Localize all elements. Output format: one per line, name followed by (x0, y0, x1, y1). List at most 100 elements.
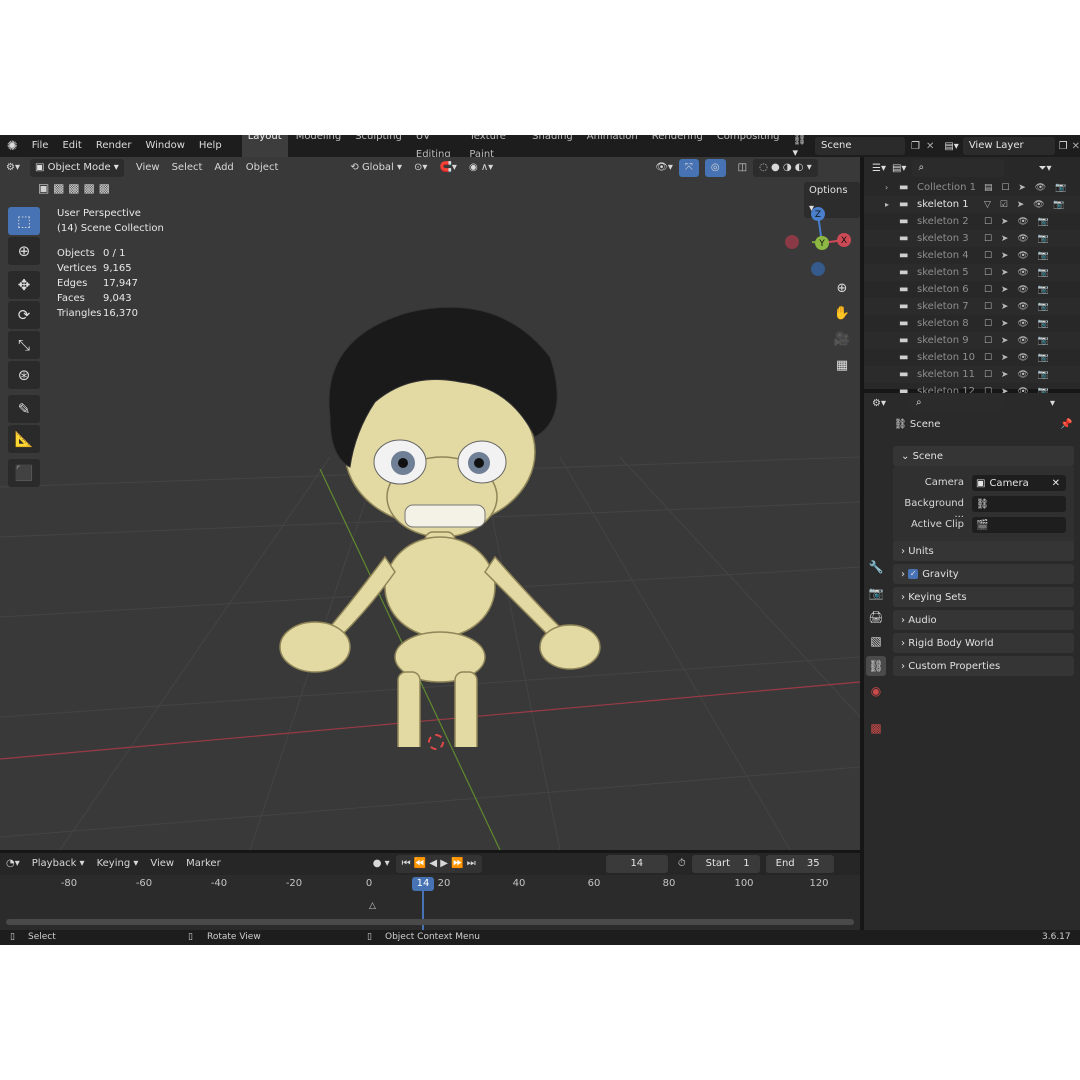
gravity-checkbox[interactable]: ✓ (908, 569, 919, 579)
camera-field[interactable]: ▣ Camera ✕ (972, 475, 1066, 491)
new-view-layer-icon[interactable]: ❐ (1059, 141, 1068, 152)
outliner-search-input[interactable]: ⌕ (912, 159, 1005, 177)
outliner-row-toggles[interactable]: ☐ ➤ 👁 📷 (984, 370, 1052, 380)
outliner-row-toggles[interactable]: ☐ ➤ 👁 📷 (984, 268, 1052, 278)
rigid-body-world-panel[interactable]: › Rigid Body World (893, 633, 1074, 653)
pin-icon[interactable]: 📌 (1060, 419, 1072, 430)
scene-icon[interactable]: ⛓▾ (793, 135, 812, 159)
gravity-panel[interactable]: › ✓ Gravity (893, 564, 1074, 584)
outliner-row-toggles[interactable]: ☐ ➤ 👁 📷 (984, 302, 1052, 312)
ortho-grid-icon[interactable]: ▦ (831, 354, 853, 376)
custom-properties-panel[interactable]: › Custom Properties (893, 656, 1074, 676)
outliner-item[interactable]: ▬ skeleton 6 ☐ ➤ 👁 📷 (864, 281, 1080, 298)
navigation-gizmo[interactable]: Z X Y (780, 205, 856, 281)
outliner-item[interactable]: ▬ skeleton 2 ☐ ➤ 👁 📷 (864, 213, 1080, 230)
blender-logo-icon[interactable]: ✺ (0, 139, 25, 154)
output-properties-tab[interactable]: 🖨 (866, 607, 886, 627)
pan-hand-icon[interactable]: ✋ (831, 302, 853, 324)
transform-orientation[interactable]: ⟲ Global ▾ (344, 158, 408, 178)
timeline-scrollbar[interactable] (6, 919, 854, 925)
end-frame-field[interactable]: End 35 (765, 855, 834, 873)
menu-help[interactable]: Help (192, 135, 229, 157)
annotate-tool[interactable]: ✎ (8, 395, 40, 423)
add-cube-tool[interactable]: ⬛ (8, 459, 40, 487)
transform-tool[interactable]: ⊛ (8, 361, 40, 389)
move-tool[interactable]: ✥ (8, 271, 40, 299)
new-scene-icon[interactable]: ❐ (911, 141, 920, 152)
world-properties-tab[interactable]: ◉ (866, 681, 886, 701)
3d-cursor-icon[interactable] (428, 734, 444, 750)
clear-camera-icon[interactable]: ✕ (1052, 478, 1060, 489)
properties-options-icon[interactable]: ▾ (1050, 398, 1055, 409)
scene-selector[interactable]: Scene (815, 137, 905, 155)
stopwatch-icon[interactable]: ⏱ (672, 854, 692, 874)
editor-type-icon[interactable]: ⚙▾ (0, 158, 26, 178)
outliner-item[interactable]: › ▬ Collection 1 ▤ ☐ ➤ 👁 📷 (864, 179, 1080, 196)
rotate-tool[interactable]: ⟳ (8, 301, 40, 329)
start-frame-field[interactable]: Start 1 (691, 855, 760, 873)
menu-window[interactable]: Window (138, 135, 191, 157)
outliner-item[interactable]: ▬ skeleton 7 ☐ ➤ 👁 📷 (864, 298, 1080, 315)
outliner-item[interactable]: ▸ ▬ skeleton 1 ▽ ☑ ➤ 👁 📷 (864, 196, 1080, 213)
timeline[interactable]: ◔▾ Playback ▾ Keying ▾ View Marker ● ▾ ⏮… (0, 853, 860, 930)
3d-viewport[interactable]: ⚙▾ ▣ Object Mode ▾ View Select Add Objec… (0, 157, 860, 850)
keying-menu[interactable]: Keying ▾ (91, 854, 145, 874)
outliner-row-toggles[interactable]: ▽ ☑ ➤ 👁 📷 (984, 200, 1068, 210)
expand-arrow-icon[interactable]: › (885, 183, 888, 192)
outliner-row-toggles[interactable]: ☐ ➤ 👁 📷 (984, 336, 1052, 346)
outliner-row-toggles[interactable]: ☐ ➤ 👁 📷 (984, 319, 1052, 329)
current-frame-field[interactable]: 14 (605, 855, 668, 873)
outliner-row-toggles[interactable]: ☐ ➤ 👁 📷 (984, 251, 1052, 261)
delete-view-layer-icon[interactable]: ✕ (1072, 141, 1080, 152)
overlay-toggle-icon[interactable]: ◎ (704, 159, 726, 177)
outliner-row-toggles[interactable]: ☐ ➤ 👁 📷 (984, 217, 1052, 227)
delete-scene-icon[interactable]: ✕ (926, 141, 934, 152)
outliner-item[interactable]: ▬ skeleton 10 ☐ ➤ 👁 📷 (864, 349, 1080, 366)
gizmo-toggle-icon[interactable]: ⤧ (678, 159, 699, 177)
properties-search-input[interactable]: ⌕ (909, 394, 1002, 412)
proportional-edit-icon[interactable]: ◉ ∧▾ (463, 158, 499, 178)
keying-sets-panel[interactable]: › Keying Sets (893, 587, 1074, 607)
outliner-item[interactable]: ▬ skeleton 3 ☐ ➤ 👁 📷 (864, 230, 1080, 247)
keyframe-marker-icon[interactable]: △ (369, 901, 376, 911)
units-panel[interactable]: › Units (893, 541, 1074, 561)
tool-properties-tab[interactable]: 🔧 (866, 557, 886, 577)
display-mode-icon[interactable]: ▤▾ (892, 163, 906, 174)
expand-arrow-icon[interactable]: ▸ (885, 200, 889, 209)
menu-object[interactable]: Object (240, 158, 285, 178)
playback-controls[interactable]: ⏮ ⏪ ◀ ▶ ⏩ ⏭ (395, 855, 482, 873)
scale-tool[interactable]: ⤡ (8, 331, 40, 359)
outliner-item[interactable]: ▬ skeleton 4 ☐ ➤ 👁 📷 (864, 247, 1080, 264)
active-clip-field[interactable]: 🎬 (972, 517, 1066, 533)
measure-tool[interactable]: 📐 (8, 425, 40, 453)
skeleton-model[interactable] (260, 267, 610, 747)
view-layer-selector[interactable]: View Layer (962, 137, 1055, 155)
texture-properties-tab[interactable]: ▩ (866, 718, 886, 738)
view-layer-properties-tab[interactable]: ▧ (866, 631, 886, 651)
outliner-item[interactable]: ▬ skeleton 5 ☐ ➤ 👁 📷 (864, 264, 1080, 281)
properties-editor-icon[interactable]: ⚙▾ (872, 398, 886, 409)
scene-panel-header[interactable]: ⌄ Scene (893, 446, 1074, 466)
timeline-view-menu[interactable]: View (144, 854, 180, 874)
zoom-icon[interactable]: ⊕ (831, 277, 853, 299)
menu-select[interactable]: Select (166, 158, 209, 178)
outliner-row-toggles[interactable]: ☐ ➤ 👁 📷 (984, 353, 1052, 363)
filter-icon[interactable]: ⏷▾ (1038, 163, 1051, 174)
shading-modes-icon[interactable]: ◌ ● ◑ ◐ ▾ (753, 159, 818, 177)
outliner-item[interactable]: ▬ skeleton 8 ☐ ➤ 👁 📷 (864, 315, 1080, 332)
snap-icon[interactable]: 🧲▾ (433, 158, 462, 178)
pivot-icon[interactable]: ⊙▾ (408, 158, 433, 178)
visibility-icon[interactable]: 👁▾ (649, 158, 679, 178)
menu-add[interactable]: Add (208, 158, 239, 178)
select-mode-icons[interactable]: ▣ ▩ ▩ ▩ ▩ (38, 181, 110, 195)
scene-properties-tab[interactable]: ⛓ (866, 656, 886, 676)
outliner-row-toggles[interactable]: ☐ ➤ 👁 📷 (984, 234, 1052, 244)
menu-view[interactable]: View (130, 158, 166, 178)
playhead-label[interactable]: 14 (412, 877, 434, 891)
menu-file[interactable]: File (25, 135, 56, 157)
outliner-item[interactable]: ▬ skeleton 11 ☐ ➤ 👁 📷 (864, 366, 1080, 383)
cursor-tool[interactable]: ⊕ (8, 237, 40, 265)
render-properties-tab[interactable]: 📷 (866, 583, 886, 603)
outliner-row-toggles[interactable]: ▤ ☐ ➤ 👁 📷 (984, 183, 1069, 193)
playback-menu[interactable]: Playback ▾ (26, 854, 91, 874)
